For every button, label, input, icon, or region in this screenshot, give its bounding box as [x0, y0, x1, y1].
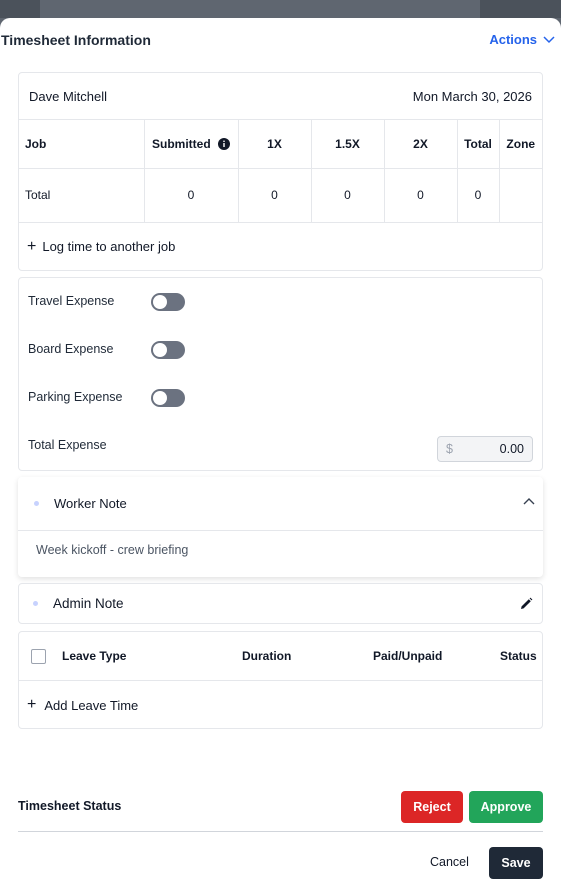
job-card: Dave Mitchell Mon March 30, 2026 Job Sub… — [18, 72, 543, 271]
backdrop-shape — [480, 0, 561, 18]
info-icon[interactable] — [218, 137, 230, 150]
parking-expense-toggle[interactable] — [151, 389, 185, 407]
col-paid-unpaid: Paid/Unpaid — [373, 649, 443, 663]
total-expense-value: 0.00 — [499, 442, 524, 456]
job-table: Job Submitted 1X 1.5X 2X Total Zone Tota… — [19, 120, 542, 223]
timesheet-date: Mon March 30, 2026 — [412, 88, 532, 104]
save-button[interactable]: Save — [489, 847, 543, 879]
chevron-down-icon — [543, 35, 555, 43]
toggle-knob — [153, 343, 167, 357]
bullet-icon — [34, 501, 39, 506]
travel-expense-toggle[interactable] — [151, 293, 185, 311]
footer-divider — [18, 831, 543, 832]
col-1-5x: 1.5X — [311, 120, 385, 169]
cancel-button[interactable]: Cancel — [430, 855, 469, 869]
timesheet-modal: Timesheet Information Actions Dave Mitch… — [0, 18, 561, 891]
leave-table-header: Leave Type Duration Paid/Unpaid Status — [19, 632, 542, 681]
plus-icon: + — [27, 237, 37, 255]
col-submitted: Submitted — [144, 120, 239, 169]
board-expense-label: Board Expense — [28, 342, 114, 356]
leave-card: Leave Type Duration Paid/Unpaid Status +… — [18, 631, 543, 729]
total-zone — [499, 168, 542, 223]
worker-note-body: Week kickoff - crew briefing — [36, 543, 189, 557]
actions-dropdown[interactable]: Actions — [489, 32, 555, 47]
total-1x: 0 — [238, 168, 312, 223]
table-row: Total 0 0 0 0 0 — [19, 168, 542, 223]
approve-button[interactable]: Approve — [469, 791, 543, 823]
log-time-label: Log time to another job — [42, 239, 176, 254]
employee-name: Dave Mitchell — [29, 88, 108, 104]
worker-note-title: Worker Note — [54, 496, 127, 511]
admin-note-card: Admin Note — [18, 583, 543, 624]
expense-card: Travel Expense Board Expense Parking Exp… — [18, 277, 543, 471]
col-total: Total — [457, 120, 500, 169]
admin-note-title: Admin Note — [53, 596, 124, 611]
total-2x: 0 — [384, 168, 458, 223]
toggle-knob — [153, 391, 167, 405]
add-leave-label: Add Leave Time — [44, 697, 139, 713]
board-expense-toggle[interactable] — [151, 341, 185, 359]
edit-pencil-icon[interactable] — [519, 597, 533, 611]
col-status: Status — [500, 649, 537, 663]
total-expense-field: $ 0.00 — [437, 436, 533, 462]
chevron-up-icon[interactable] — [523, 497, 535, 505]
worker-note-card: Worker Note Week kickoff - crew briefing — [18, 477, 543, 577]
employee-row: Dave Mitchell Mon March 30, 2026 — [19, 73, 542, 120]
col-duration: Duration — [242, 649, 292, 663]
total-total: 0 — [457, 168, 500, 223]
add-leave-button[interactable]: + Add Leave Time — [19, 681, 542, 729]
timesheet-status-label: Timesheet Status — [18, 799, 122, 813]
bullet-icon — [33, 601, 38, 606]
total-row-label: Total — [19, 168, 145, 223]
toggle-knob — [153, 295, 167, 309]
col-1x: 1X — [238, 120, 312, 169]
select-all-checkbox[interactable] — [31, 649, 46, 664]
modal-title: Timesheet Information — [1, 32, 151, 48]
plus-icon: + — [27, 696, 37, 713]
col-job: Job — [19, 120, 145, 169]
col-2x: 2X — [384, 120, 458, 169]
parking-expense-label: Parking Expense — [28, 390, 123, 404]
total-submitted: 0 — [144, 168, 239, 223]
total-expense-label: Total Expense — [28, 438, 107, 452]
col-leave-type: Leave Type — [62, 649, 127, 663]
currency-symbol: $ — [446, 442, 453, 456]
log-time-button[interactable]: + Log time to another job — [19, 223, 542, 271]
col-submitted-label: Submitted — [151, 136, 211, 151]
actions-label: Actions — [489, 32, 537, 47]
worker-note-header[interactable]: Worker Note — [18, 477, 543, 531]
col-zone: Zone — [499, 120, 542, 169]
backdrop-shape — [0, 0, 40, 18]
travel-expense-label: Travel Expense — [28, 294, 115, 308]
reject-button[interactable]: Reject — [401, 791, 463, 823]
total-1-5x: 0 — [311, 168, 385, 223]
